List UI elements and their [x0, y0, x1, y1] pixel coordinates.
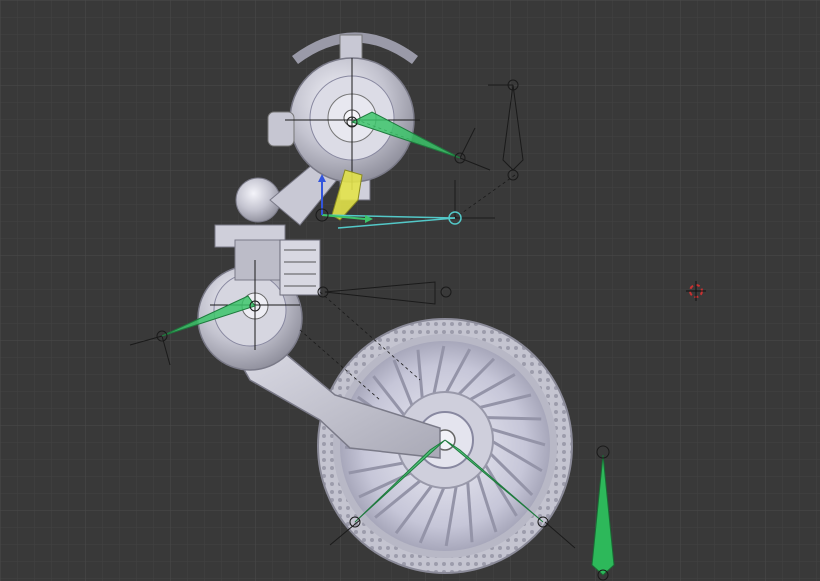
viewport-canvas[interactable] [0, 0, 820, 581]
3d-viewport[interactable] [0, 0, 820, 581]
wheel-spoke [483, 416, 542, 421]
